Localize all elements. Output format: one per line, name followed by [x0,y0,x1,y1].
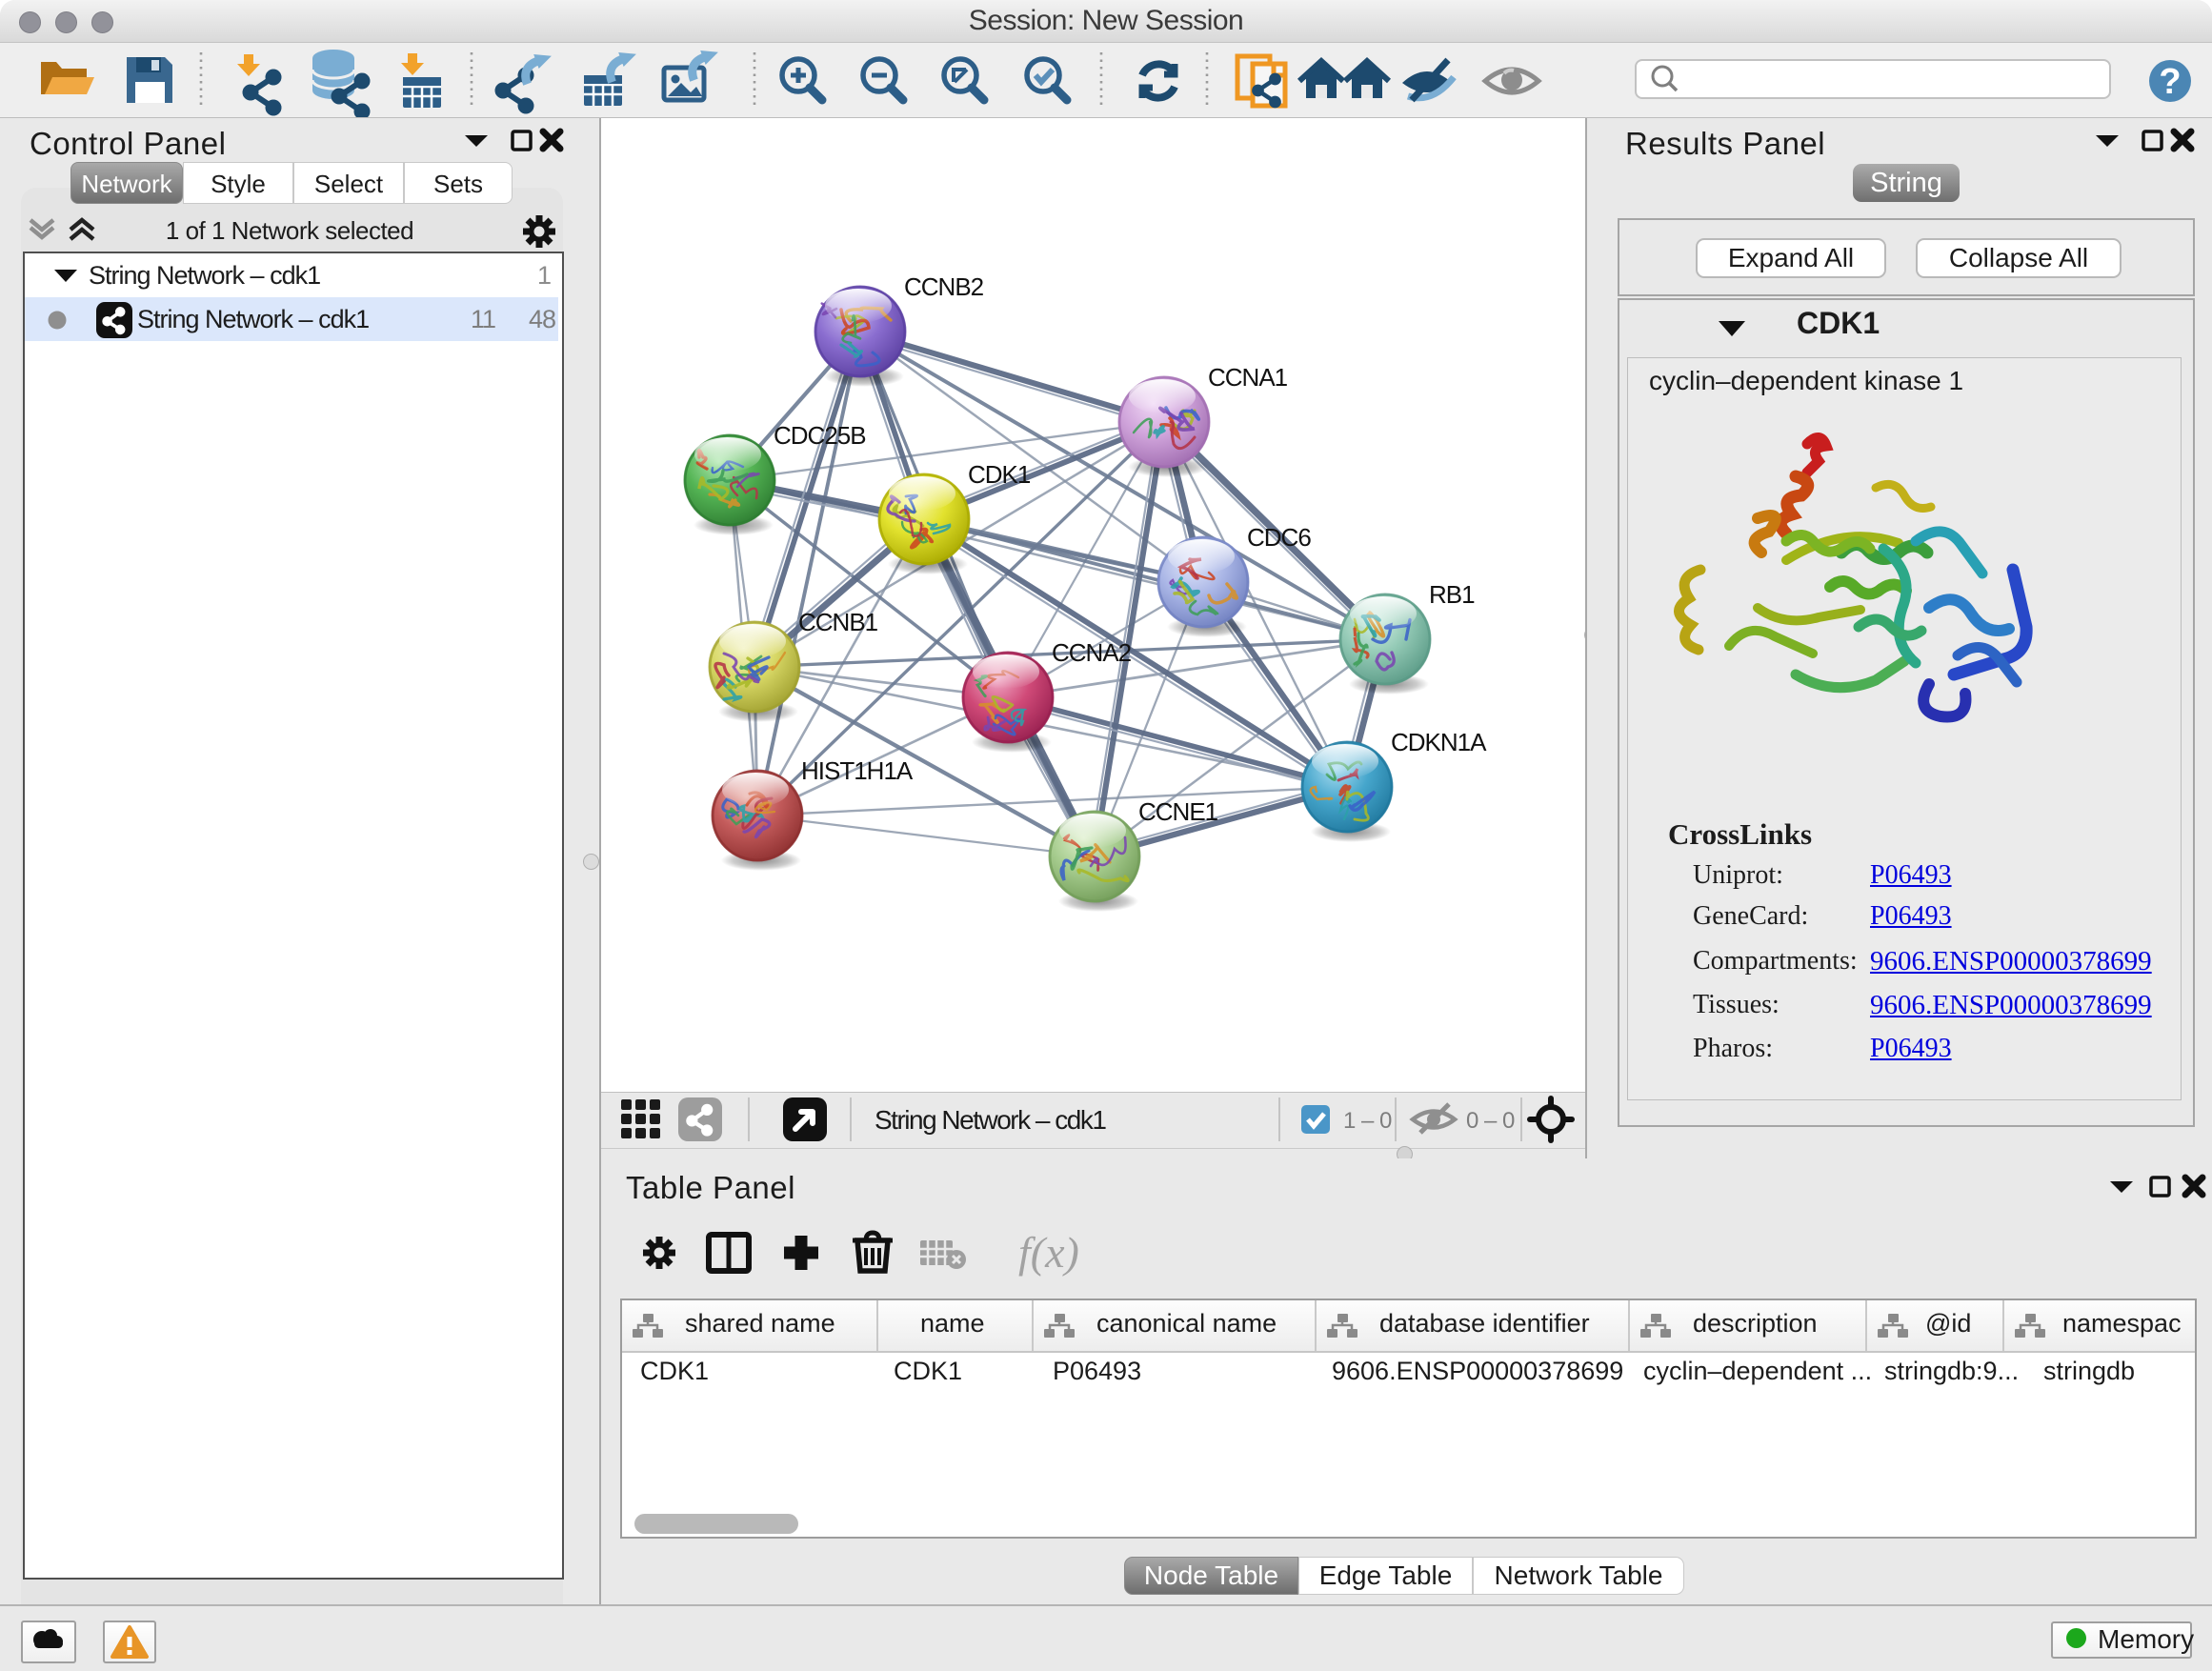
svg-text:RB1: RB1 [1429,580,1475,609]
svg-text:CDKN1A: CDKN1A [1391,728,1487,756]
svg-text:CCNB2: CCNB2 [904,272,984,301]
svg-text:CCNB1: CCNB1 [798,608,878,636]
svg-text:CDC6: CDC6 [1247,523,1311,552]
svg-text:0 – 0: 0 – 0 [1466,1108,1515,1134]
svg-text:CCNE1: CCNE1 [1138,797,1218,826]
svg-text:CDC25B: CDC25B [774,421,866,450]
svg-text:CCNA2: CCNA2 [1052,638,1132,667]
svg-text:f(x): f(x) [1018,1228,1079,1277]
svg-text:HIST1H1A: HIST1H1A [801,756,914,785]
svg-text:CDK1: CDK1 [968,460,1031,489]
svg-text:String Network – cdk1: String Network – cdk1 [875,1105,1106,1135]
svg-text:?: ? [2159,62,2181,102]
svg-text:CCNA1: CCNA1 [1208,363,1288,392]
svg-text:1 – 0: 1 – 0 [1343,1108,1392,1134]
